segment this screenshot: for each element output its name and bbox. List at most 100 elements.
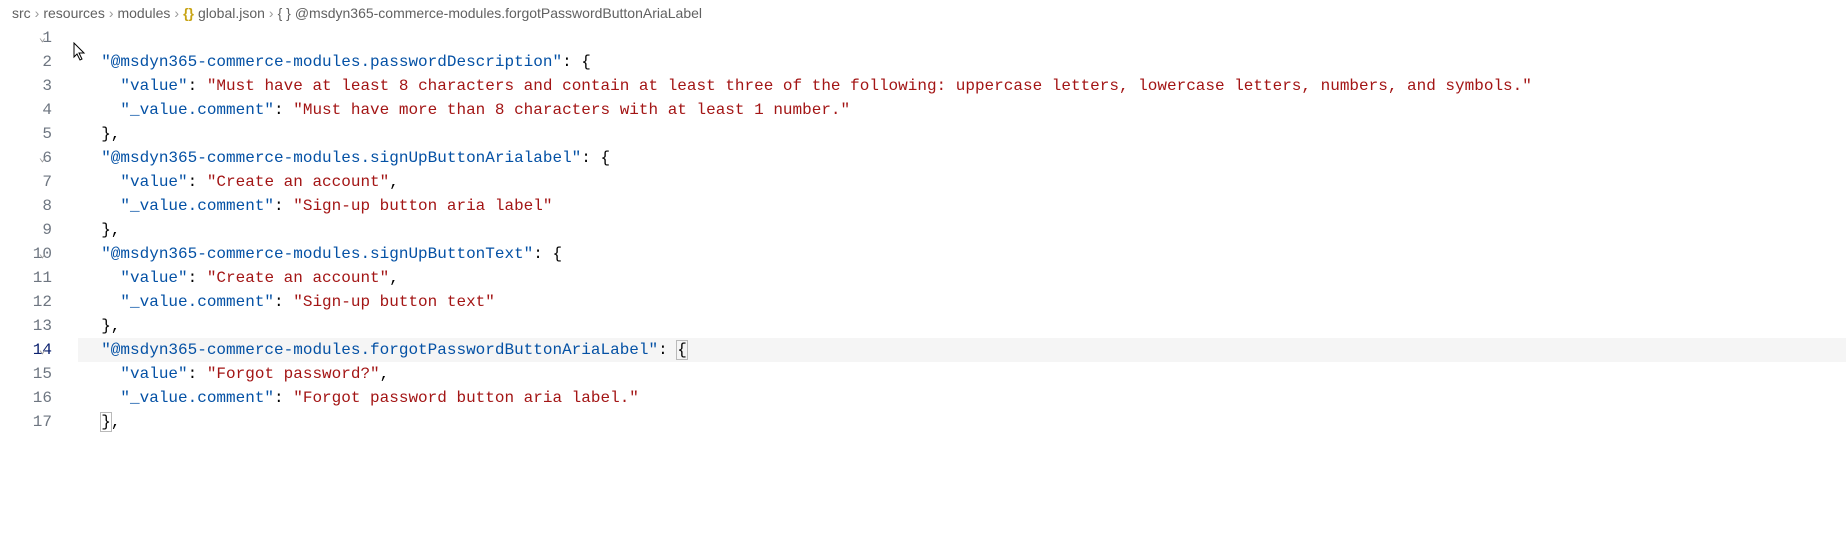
code-token <box>82 413 101 431</box>
code-token <box>82 125 101 143</box>
line-number: 6⌄ <box>0 146 52 170</box>
line-number: 8 <box>0 194 52 218</box>
code-token: "_value.comment" <box>120 101 274 119</box>
code-token: "@msdyn365-commerce-modules.signUpButton… <box>101 149 581 167</box>
code-token: { <box>677 341 687 359</box>
code-token <box>82 245 101 263</box>
breadcrumb-item-resources[interactable]: resources <box>43 5 104 21</box>
code-line[interactable]: "_value.comment": "Sign-up button aria l… <box>78 194 1846 218</box>
code-token <box>82 389 120 407</box>
breadcrumb-item-modules[interactable]: modules <box>117 5 170 21</box>
code-token: "Sign-up button aria label" <box>293 197 552 215</box>
code-token: }, <box>101 221 120 239</box>
code-token: }, <box>101 125 120 143</box>
line-number: 16 <box>0 386 52 410</box>
code-line[interactable]: "@msdyn365-commerce-modules.signUpButton… <box>78 146 1846 170</box>
code-token: : <box>274 197 293 215</box>
line-number: 17 <box>0 410 52 434</box>
code-token: : <box>274 293 293 311</box>
code-token: , <box>389 173 399 191</box>
code-token: "_value.comment" <box>120 293 274 311</box>
code-token <box>82 77 120 95</box>
code-token: { <box>600 149 610 167</box>
code-token: : <box>188 269 207 287</box>
chevron-right-icon: › <box>109 5 114 21</box>
line-number: 11 <box>0 266 52 290</box>
code-token <box>82 221 101 239</box>
code-token: : <box>581 149 600 167</box>
code-line[interactable]: "value": "Create an account", <box>78 266 1846 290</box>
code-token <box>82 173 120 191</box>
breadcrumb-item-file[interactable]: global.json <box>198 5 265 21</box>
code-token: , <box>389 269 399 287</box>
code-line[interactable]: "@msdyn365-commerce-modules.passwordDesc… <box>78 50 1846 74</box>
code-line[interactable] <box>78 26 1846 50</box>
code-token: "Must have at least 8 characters and con… <box>207 77 1532 95</box>
code-line[interactable]: "value": "Create an account", <box>78 170 1846 194</box>
line-number: 3 <box>0 74 52 98</box>
code-line[interactable]: "value": "Must have at least 8 character… <box>78 74 1846 98</box>
code-line[interactable]: "@msdyn365-commerce-modules.signUpButton… <box>78 242 1846 266</box>
code-token: : <box>188 77 207 95</box>
code-line[interactable]: "_value.comment": "Must have more than 8… <box>78 98 1846 122</box>
code-line[interactable]: "_value.comment": "Sign-up button text" <box>78 290 1846 314</box>
code-line[interactable]: }, <box>78 218 1846 242</box>
code-line[interactable]: "@msdyn365-commerce-modules.forgotPasswo… <box>78 338 1846 362</box>
code-content[interactable]: "@msdyn365-commerce-modules.passwordDesc… <box>78 26 1846 434</box>
code-line[interactable]: }, <box>78 314 1846 338</box>
breadcrumb: src › resources › modules › {} global.js… <box>0 0 1846 26</box>
line-number: 10⌄ <box>0 242 52 266</box>
code-token <box>82 53 101 71</box>
breadcrumb-item-symbol[interactable]: @msdyn365-commerce-modules.forgotPasswor… <box>295 5 702 21</box>
code-token: : <box>188 173 207 191</box>
line-number: 2 <box>0 50 52 74</box>
json-object-icon: { } <box>278 5 291 21</box>
chevron-right-icon: › <box>269 5 274 21</box>
code-line[interactable]: "value": "Forgot password?", <box>78 362 1846 386</box>
line-number: 5 <box>0 122 52 146</box>
code-token: } <box>101 413 111 431</box>
code-token: "Sign-up button text" <box>293 293 495 311</box>
code-token: "value" <box>120 365 187 383</box>
code-token: , <box>111 413 121 431</box>
code-token: : <box>274 101 293 119</box>
chevron-right-icon: › <box>35 5 40 21</box>
code-token: }, <box>101 317 120 335</box>
code-token: "value" <box>120 173 187 191</box>
code-token: { <box>581 53 591 71</box>
code-token: "Forgot password?" <box>207 365 380 383</box>
line-number: 4 <box>0 98 52 122</box>
breadcrumb-item-src[interactable]: src <box>12 5 31 21</box>
code-token: "_value.comment" <box>120 389 274 407</box>
code-editor[interactable]: 1⌄23456⌄78910⌄11121314⌄151617 "@msdyn365… <box>0 26 1846 434</box>
chevron-right-icon: › <box>174 5 179 21</box>
code-line[interactable]: "_value.comment": "Forgot password butto… <box>78 386 1846 410</box>
line-number: 12 <box>0 290 52 314</box>
code-token: : <box>188 365 207 383</box>
code-token: : <box>562 53 581 71</box>
code-token: "value" <box>120 77 187 95</box>
code-line[interactable]: }, <box>78 410 1846 434</box>
chevron-down-icon[interactable]: ⌄ <box>39 338 46 362</box>
line-number: 9 <box>0 218 52 242</box>
code-token <box>82 341 101 359</box>
code-token: "Create an account" <box>207 269 389 287</box>
chevron-down-icon[interactable]: ⌄ <box>39 146 46 170</box>
code-token: , <box>380 365 390 383</box>
json-file-icon: {} <box>183 5 194 21</box>
code-token <box>82 365 120 383</box>
code-line[interactable]: }, <box>78 122 1846 146</box>
line-number: 1⌄ <box>0 26 52 50</box>
code-token: { <box>552 245 562 263</box>
line-number-gutter: 1⌄23456⌄78910⌄11121314⌄151617 <box>0 26 78 434</box>
code-token: : <box>274 389 293 407</box>
line-number: 15 <box>0 362 52 386</box>
chevron-down-icon[interactable]: ⌄ <box>39 242 46 266</box>
code-token: "_value.comment" <box>120 197 274 215</box>
chevron-down-icon[interactable]: ⌄ <box>39 26 46 50</box>
code-token <box>82 269 120 287</box>
code-token: "Create an account" <box>207 173 389 191</box>
line-number: 7 <box>0 170 52 194</box>
code-token <box>82 101 120 119</box>
code-token: "Forgot password button aria label." <box>293 389 639 407</box>
